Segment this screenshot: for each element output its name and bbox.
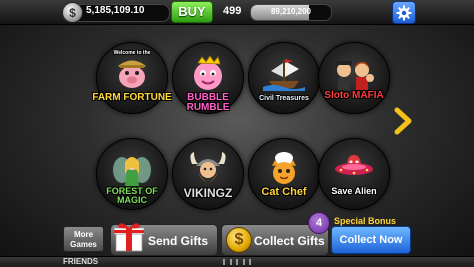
- more-games-button[interactable]: More Games: [63, 226, 104, 252]
- game-title-save-alien: Save Alien: [331, 186, 377, 196]
- gear-icon: [396, 5, 412, 20]
- game-title-vikingz: VIKINGZ: [183, 186, 233, 200]
- more-games-label-line1: More: [73, 230, 94, 239]
- game-tile-farm-fortune[interactable]: FARM FORTUNE Welcome to the: [92, 42, 172, 114]
- game-tile-cat-chef[interactable]: Cat Chef: [248, 138, 320, 210]
- game-tile-civil-treasures[interactable]: Civil Treasures: [248, 42, 320, 114]
- xp-progress-bar: 89,210,200: [250, 4, 332, 21]
- game-title-forest-of-magic: FOREST OF MAGIC: [106, 186, 158, 205]
- friends-bar[interactable]: FRIENDS: [0, 256, 474, 267]
- friends-drawer-handle[interactable]: [223, 259, 251, 265]
- coin-balance: 5,185,109.10: [86, 5, 145, 16]
- send-gifts-button[interactable]: Send Gifts: [110, 223, 218, 256]
- special-bonus-label: Special Bonus: [334, 216, 397, 226]
- gift-box-icon: [114, 223, 144, 252]
- gift-count-badge: 4: [308, 212, 330, 234]
- game-title-farm-fortune: FARM FORTUNE: [92, 92, 172, 103]
- game-tile-bubble-rumble[interactable]: BUBBLE RUMBLE: [172, 42, 244, 114]
- game-title-sloto-mafia: Sloto MAFIA: [324, 90, 384, 101]
- sailing-ship-icon: [263, 58, 305, 91]
- game-subtitle-farm-fortune: Welcome to the: [113, 50, 151, 56]
- collect-now-button[interactable]: Collect Now: [331, 226, 411, 254]
- pig-farmer-icon: [118, 60, 146, 88]
- game-tile-save-alien[interactable]: Save Alien: [318, 138, 390, 210]
- gold-dollar-coin-icon: $: [226, 227, 252, 253]
- alien-saucer-icon: [335, 154, 373, 175]
- viking-icon: [190, 151, 226, 182]
- xp-value: 89,210,200: [270, 7, 312, 16]
- more-games-label-line2: Games: [70, 240, 97, 249]
- game-title-bubble-rumble: BUBBLE RUMBLE: [186, 92, 230, 113]
- silver-coin-icon: $: [62, 2, 83, 23]
- top-bar: $ 5,185,109.10 BUY 499 89,210,200: [0, 0, 474, 25]
- fairy-icon: [113, 156, 151, 186]
- collect-gifts-label: Collect Gifts: [254, 234, 325, 248]
- cat-chef-icon: [272, 151, 296, 184]
- settings-button[interactable]: [392, 1, 416, 24]
- mafia-characters-icon: [336, 60, 374, 90]
- next-page-arrow-icon[interactable]: [393, 107, 413, 135]
- game-tile-forest-of-magic[interactable]: FOREST OF MAGIC: [96, 138, 168, 210]
- game-tile-sloto-mafia[interactable]: Sloto MAFIA: [318, 42, 390, 114]
- pink-bubble-character-icon: [194, 55, 222, 90]
- buy-button[interactable]: BUY: [171, 1, 213, 23]
- player-level: 499: [223, 5, 242, 17]
- game-tile-vikingz[interactable]: VIKINGZ: [172, 138, 244, 210]
- send-gifts-label: Send Gifts: [148, 234, 209, 248]
- game-grid: FARM FORTUNE Welcome to the BUBBLE RUMBL…: [90, 38, 390, 228]
